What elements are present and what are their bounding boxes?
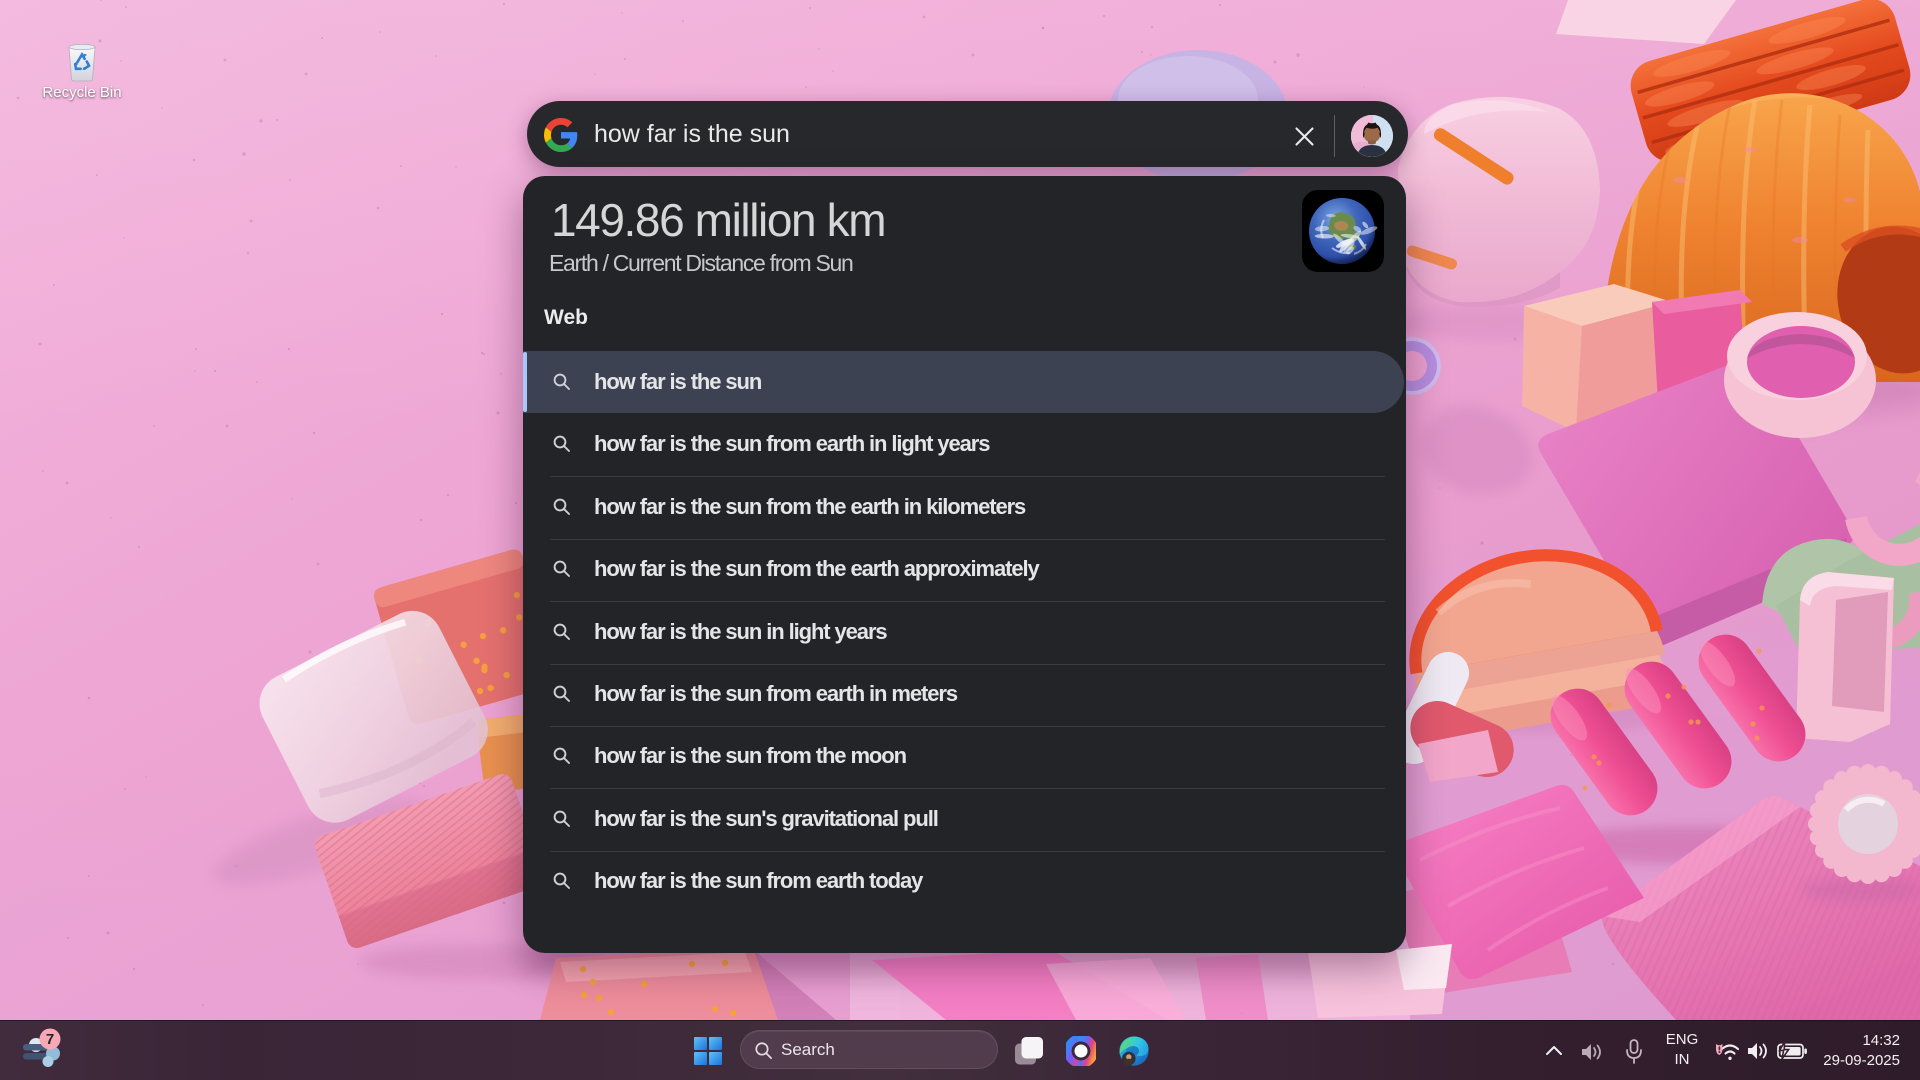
svg-text:7: 7 [46,1031,54,1048]
